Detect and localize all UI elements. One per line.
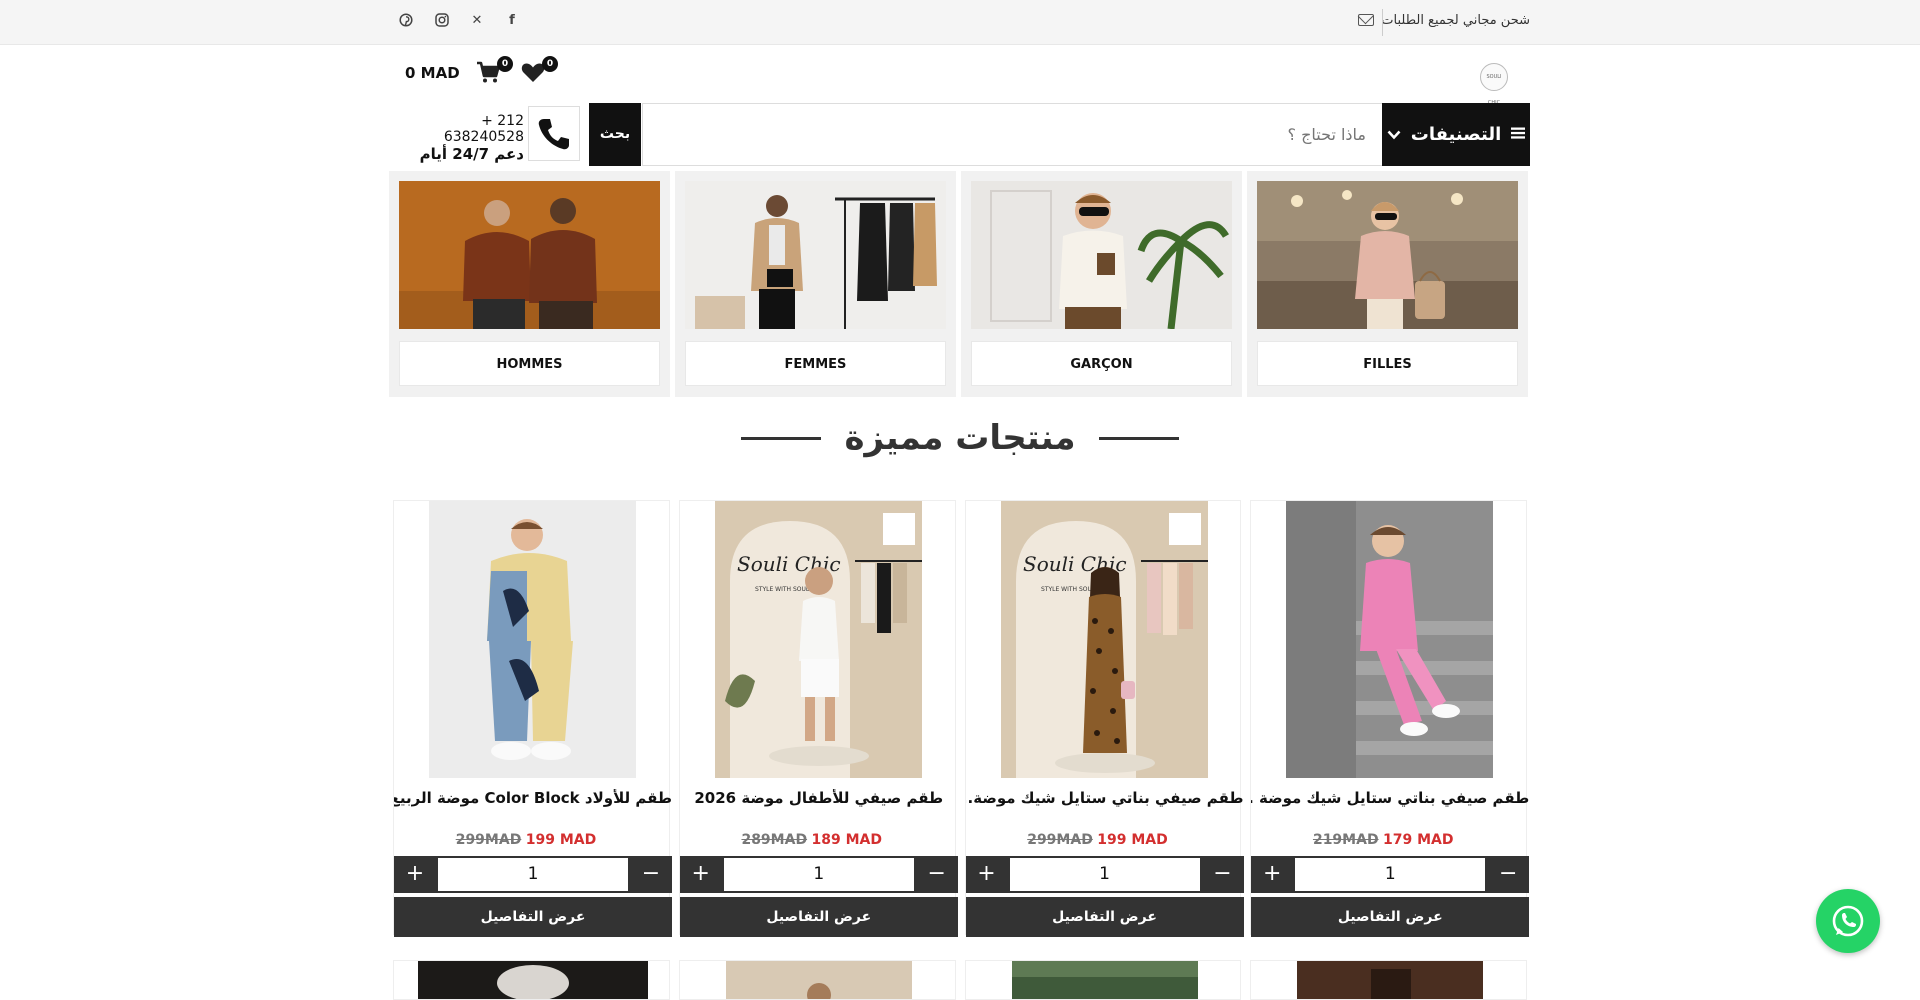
facebook-icon[interactable]: f xyxy=(504,13,520,29)
phone-number[interactable]: + 212 638240528 xyxy=(399,113,524,145)
quantity-input[interactable]: 1 xyxy=(436,856,630,893)
category-card-garcon[interactable]: GARÇON xyxy=(961,171,1242,397)
product-old-price: 219MAD xyxy=(1312,832,1379,848)
search-field[interactable] xyxy=(642,103,1382,166)
product-card[interactable] xyxy=(393,960,670,1000)
category-image-garcon xyxy=(971,181,1232,329)
product-image[interactable]: Souli Chic STYLE WITH SOUL xyxy=(714,501,922,778)
product-card[interactable] xyxy=(964,960,1242,1000)
instagram-icon[interactable] xyxy=(434,13,450,29)
support-hours: دعم 24/7 أيام xyxy=(419,145,524,163)
category-label-filles: FILLES xyxy=(1257,341,1518,386)
product-sale-price: 199 MAD xyxy=(1097,832,1168,848)
product-title[interactable]: طقم صيفي بناتي ستايل شيك موضة.. xyxy=(966,789,1244,807)
cart-count-badge: 0 xyxy=(497,56,513,72)
site-header: 0 MAD 0 0 SOULI CHIC xyxy=(390,45,1530,106)
menu-icon xyxy=(1511,124,1526,145)
product-price: 289MAD 189 MAD xyxy=(680,832,958,848)
featured-title: منتجات مميزة xyxy=(844,418,1076,458)
increase-quantity-button[interactable]: + xyxy=(1251,856,1294,893)
decrease-quantity-button[interactable]: − xyxy=(1201,856,1244,893)
quantity-input[interactable]: 1 xyxy=(1293,856,1488,893)
product-grid-row-2 xyxy=(393,960,1527,1000)
svg-text:STYLE WITH SOUL: STYLE WITH SOUL xyxy=(1041,586,1096,593)
decrease-quantity-button[interactable]: − xyxy=(1487,856,1530,893)
heading-line-right xyxy=(1098,436,1179,440)
product-title[interactable]: طقم صيفي بناتي ستايل شيك موضة .. xyxy=(1251,789,1529,807)
topbar-divider xyxy=(1382,9,1383,36)
increase-quantity-button[interactable]: + xyxy=(394,856,436,893)
product-card[interactable] xyxy=(678,960,956,1000)
quantity-stepper: + 1 − xyxy=(679,856,958,893)
category-label-hommes: HOMMES xyxy=(399,341,660,386)
phone-icon xyxy=(528,106,580,161)
product-price: 299MAD 199 MAD xyxy=(394,832,672,848)
product-card[interactable] xyxy=(1250,960,1527,1000)
wishlist-count-badge: 0 xyxy=(542,56,558,72)
product-old-price: 299MAD xyxy=(1027,832,1093,848)
category-image-filles xyxy=(1257,181,1518,329)
product-price: 299MAD 199 MAD xyxy=(966,832,1244,848)
quantity-input[interactable]: 1 xyxy=(721,856,916,893)
mail-icon[interactable] xyxy=(1358,14,1374,26)
product-card: Souli Chic STYLE WITH SOUL طقم صيفي للأط… xyxy=(678,500,958,937)
category-label-garcon: GARÇON xyxy=(971,341,1232,386)
search-input[interactable] xyxy=(643,104,1382,165)
categories-label: التصنيفات xyxy=(1410,124,1502,145)
category-image-femmes xyxy=(685,181,946,329)
decrease-quantity-button[interactable]: − xyxy=(630,856,672,893)
heading-line-left xyxy=(741,436,822,440)
view-details-button[interactable]: عرض التفاصيل xyxy=(679,897,958,937)
increase-quantity-button[interactable]: + xyxy=(679,856,722,893)
product-image[interactable]: Souli Chic STYLE WITH SOUL xyxy=(1000,501,1208,778)
x-icon[interactable]: ✕ xyxy=(469,13,485,29)
product-title[interactable]: طقم للأولاد Color Block موضة الربيع.. xyxy=(394,789,672,807)
category-grid: HOMMES FEMMES GARÇON FILLES xyxy=(389,171,1528,397)
categories-button[interactable]: التصنيفات xyxy=(1382,103,1530,166)
product-old-price: 289MAD xyxy=(741,832,808,848)
chevron-down-icon xyxy=(1387,124,1401,145)
whatsapp-chat-button[interactable] xyxy=(1816,889,1880,953)
category-card-femmes[interactable]: FEMMES xyxy=(675,171,956,397)
product-old-price: 299MAD xyxy=(455,832,522,848)
quantity-stepper: + 1 − xyxy=(394,856,672,893)
product-grid: طقم للأولاد Color Block موضة الربيع.. 29… xyxy=(393,500,1530,937)
whatsapp-icon xyxy=(1832,905,1864,937)
increase-quantity-button[interactable]: + xyxy=(965,856,1008,893)
category-card-filles[interactable]: FILLES xyxy=(1247,171,1528,397)
pinterest-icon[interactable] xyxy=(398,13,414,29)
quantity-stepper: + 1 − xyxy=(965,856,1244,893)
view-details-button[interactable]: عرض التفاصيل xyxy=(1251,897,1530,937)
featured-section-heading: منتجات مميزة xyxy=(0,418,1920,458)
product-price: 219MAD 179 MAD xyxy=(1251,832,1529,848)
category-image-hommes xyxy=(399,181,660,329)
product-title[interactable]: طقم صيفي للأطفال موضة 2026 xyxy=(680,789,958,807)
product-card: طقم للأولاد Color Block موضة الربيع.. 29… xyxy=(393,500,672,937)
quantity-input[interactable]: 1 xyxy=(1007,856,1202,893)
cart-button[interactable]: 0 xyxy=(475,56,513,89)
category-label-femmes: FEMMES xyxy=(685,341,946,386)
product-sale-price: 199 MAD xyxy=(525,832,597,848)
quantity-stepper: + 1 − xyxy=(1251,856,1530,893)
product-sale-price: 179 MAD xyxy=(1383,832,1454,848)
svg-text:STYLE WITH SOUL: STYLE WITH SOUL xyxy=(755,586,810,593)
product-card: طقم صيفي بناتي ستايل شيك موضة .. 219MAD … xyxy=(1250,500,1530,937)
site-logo[interactable]: SOULI CHIC xyxy=(1480,63,1508,106)
product-image[interactable] xyxy=(1286,501,1494,778)
view-details-button[interactable]: عرض التفاصيل xyxy=(965,897,1244,937)
support-info: + 212 638240528 دعم 24/7 أيام xyxy=(399,113,524,163)
top-bar: شحن مجاني لجميع الطلبات f ✕ xyxy=(0,0,1920,45)
view-details-button[interactable]: عرض التفاصيل xyxy=(394,897,672,937)
product-image[interactable] xyxy=(429,501,636,778)
category-card-hommes[interactable]: HOMMES xyxy=(389,171,670,397)
search-button[interactable]: بحث xyxy=(589,103,641,166)
search-row: التصنيفات بحث + 212 638240528 دعم 24/7 أ… xyxy=(390,103,1530,167)
product-sale-price: 189 MAD xyxy=(811,832,883,848)
product-card: Souli Chic STYLE WITH SOUL طقم صيفي بنات… xyxy=(964,500,1244,937)
cart-total[interactable]: 0 MAD xyxy=(405,64,460,82)
decrease-quantity-button[interactable]: − xyxy=(915,856,958,893)
wishlist-button[interactable]: 0 xyxy=(520,56,558,89)
free-shipping-notice: شحن مجاني لجميع الطلبات xyxy=(1381,13,1530,28)
